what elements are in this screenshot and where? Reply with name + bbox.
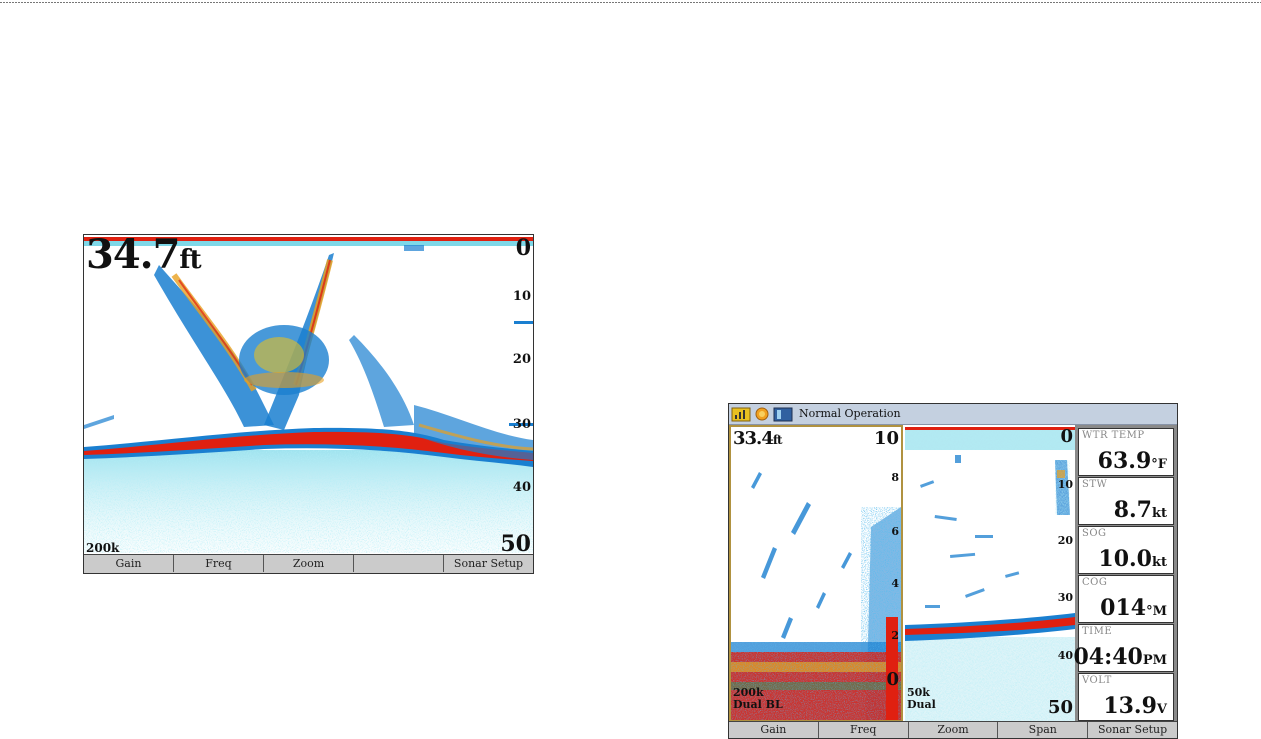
data-field-value: 10.0kt bbox=[1098, 546, 1167, 572]
data-field-value: 63.9°F bbox=[1097, 448, 1167, 474]
water-depth-icon bbox=[773, 407, 793, 422]
sonar-scale-0: 0 bbox=[1060, 426, 1073, 447]
softkey-bar-split: Gain Freq Zoom Span Sonar Setup bbox=[729, 721, 1177, 738]
sonar-setup-softkey[interactable]: Sonar Setup bbox=[1088, 722, 1177, 738]
data-field-value: 13.9V bbox=[1103, 693, 1167, 719]
depth-scale-30: 30 bbox=[512, 417, 531, 432]
page-top-rule bbox=[0, 2, 1261, 3]
data-field-sog[interactable]: SOG 10.0kt bbox=[1078, 526, 1174, 574]
flasher-scale-6: 6 bbox=[891, 525, 899, 538]
status-icons bbox=[731, 406, 793, 422]
frequency-label: 200k bbox=[86, 541, 120, 555]
sonar-setup-softkey[interactable]: Sonar Setup bbox=[444, 555, 533, 572]
depth-value: 34.7 bbox=[86, 234, 180, 278]
data-field-water-temp[interactable]: WTR TEMP 63.9°F bbox=[1078, 428, 1174, 476]
blank-softkey[interactable] bbox=[354, 555, 444, 572]
flasher-scale-8: 8 bbox=[891, 471, 899, 484]
flasher-panel[interactable]: 33.4ft 10 8 6 4 2 0 200k Dual BL bbox=[729, 425, 903, 722]
depth-unit: ft bbox=[179, 245, 201, 275]
gps-signal-icon bbox=[731, 407, 751, 422]
sonar-scale-30: 30 bbox=[1057, 591, 1073, 604]
sonar-mode: Dual bbox=[907, 698, 936, 711]
data-field-value: 8.7kt bbox=[1113, 497, 1167, 523]
sonar-scale-20: 20 bbox=[1057, 534, 1073, 547]
flasher-depth-value: 33.4 bbox=[733, 428, 774, 449]
freq-softkey[interactable]: Freq bbox=[819, 722, 909, 738]
data-field-label: TIME bbox=[1082, 626, 1113, 637]
flasher-scale-2: 2 bbox=[891, 629, 899, 642]
sonar-echo-display bbox=[84, 237, 533, 553]
flasher-scale-4: 4 bbox=[891, 577, 899, 590]
depth-scale-40: 40 bbox=[512, 480, 531, 495]
data-field-label: WTR TEMP bbox=[1082, 430, 1145, 441]
status-text: Normal Operation bbox=[799, 407, 901, 420]
status-bar: Normal Operation bbox=[729, 404, 1177, 425]
flasher-depth-readout: 33.4ft bbox=[733, 428, 783, 449]
sonar-screen-full: 34.7ft 0 10 20 30 40 50 200k Gain Freq Z… bbox=[83, 234, 534, 574]
data-fields-column: WTR TEMP 63.9°F STW 8.7kt SOG 10.0kt COG… bbox=[1073, 425, 1177, 722]
flasher-mode: Dual BL bbox=[733, 698, 783, 711]
data-field-stw[interactable]: STW 8.7kt bbox=[1078, 477, 1174, 525]
softkey-bar: Gain Freq Zoom Sonar Setup bbox=[84, 554, 533, 573]
sonar-scale-40: 40 bbox=[1057, 649, 1073, 662]
gain-softkey[interactable]: Gain bbox=[729, 722, 819, 738]
data-field-volt[interactable]: VOLT 13.9V bbox=[1078, 673, 1174, 721]
zoom-softkey[interactable]: Zoom bbox=[264, 555, 354, 572]
sonar-scale-50: 50 bbox=[1047, 697, 1073, 718]
depth-scale-bottom: 50 bbox=[500, 531, 531, 557]
depth-scale-10: 10 bbox=[512, 289, 531, 304]
sonar-screen-split: Normal Operation 33.4ft 10 8 6 4 2 0 200… bbox=[728, 403, 1178, 739]
flasher-echo-display bbox=[731, 472, 901, 720]
data-field-cog[interactable]: COG 014°M bbox=[1078, 575, 1174, 623]
flasher-frequency: 200k bbox=[733, 686, 764, 699]
depth-readout: 34.7ft bbox=[86, 234, 202, 278]
depth-scale-top: 0 bbox=[515, 235, 531, 261]
data-field-label: SOG bbox=[1082, 528, 1107, 539]
sonar-scale-10: 10 bbox=[1057, 478, 1073, 491]
data-field-value: 04:40PM bbox=[1073, 644, 1167, 670]
data-field-value: 014°M bbox=[1100, 595, 1167, 621]
freq-softkey[interactable]: Freq bbox=[174, 555, 264, 572]
sonar-panel[interactable]: 0 10 20 30 40 50 50k Dual bbox=[905, 425, 1075, 722]
gain-softkey[interactable]: Gain bbox=[84, 555, 174, 572]
depth-scale-20: 20 bbox=[512, 352, 531, 367]
flasher-depth-unit: ft bbox=[772, 433, 783, 447]
data-field-label: COG bbox=[1082, 577, 1108, 588]
span-softkey[interactable]: Span bbox=[998, 722, 1089, 738]
flasher-scale-0: 0 bbox=[886, 669, 899, 690]
flasher-scale-10: 10 bbox=[873, 428, 899, 449]
zoom-softkey[interactable]: Zoom bbox=[909, 722, 999, 738]
sonar-frequency: 50k bbox=[907, 686, 930, 699]
sun-icon bbox=[755, 407, 769, 421]
data-field-label: VOLT bbox=[1082, 675, 1112, 686]
data-field-time[interactable]: TIME 04:40PM bbox=[1073, 624, 1174, 672]
data-field-label: STW bbox=[1082, 479, 1108, 490]
sonar-echo-display-small bbox=[905, 427, 1075, 722]
